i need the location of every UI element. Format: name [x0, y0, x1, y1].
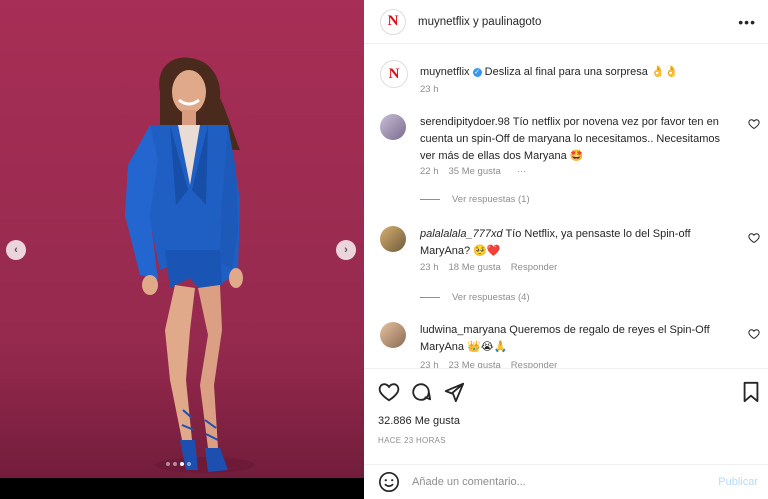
caption-text: muynetflix ✓ Desliza al final para una s… [420, 64, 738, 81]
emoji-icon[interactable] [378, 471, 400, 493]
comment-meta: 23 h 18 Me gusta Responder [420, 262, 557, 273]
comment-item: serendipitydoer.98 Tío netflix por noven… [380, 114, 760, 224]
share-icon[interactable] [443, 381, 465, 403]
carousel-dot [187, 462, 191, 466]
avatar[interactable] [380, 322, 406, 348]
comment-composer: Publicar [364, 464, 768, 499]
avatar[interactable] [380, 226, 406, 252]
comment-likes[interactable]: 35 Me gusta [449, 166, 501, 177]
caption: N muynetflix ✓ Desliza al final para una… [380, 60, 760, 100]
comment-more-icon[interactable]: ··· [517, 166, 527, 177]
comment-likes[interactable]: 23 Me gusta [449, 360, 501, 368]
verified-icon: ✓ [472, 68, 482, 77]
post-authors[interactable]: muynetflix y paulinagoto [418, 16, 541, 28]
avatar[interactable]: N [380, 8, 406, 35]
view-replies-label[interactable]: Ver respuestas (1) [452, 194, 530, 205]
heart-icon[interactable] [748, 328, 760, 340]
likes-count[interactable]: 32.886 Me gusta [378, 415, 460, 427]
comment-text: palalalala_777xd Tío Netflix, ya pensast… [420, 226, 738, 260]
post-side-panel: N muynetflix y paulinagoto ••• N muynetf… [364, 0, 768, 499]
comment-time: 23 h [420, 360, 439, 368]
comment-text: serendipitydoer.98 Tío netflix por noven… [420, 114, 738, 165]
comment-meta: 22 h 35 Me gusta ··· [420, 166, 526, 177]
comment-input[interactable] [412, 476, 702, 488]
chevron-right-icon: › [344, 244, 348, 256]
comment-item: ludwina_maryana Queremos de regalo de re… [380, 322, 760, 368]
post-image[interactable]: ‹ › [0, 0, 364, 478]
comment-time: 22 h [420, 166, 439, 177]
comment-icon[interactable] [410, 381, 432, 403]
comment-item: palalalala_777xd Tío Netflix, ya pensast… [380, 226, 760, 286]
comment-likes[interactable]: 18 Me gusta [449, 262, 501, 273]
comment-username[interactable]: serendipitydoer.98 [420, 116, 510, 128]
reply-button[interactable]: Responder [511, 360, 557, 368]
caption-body: Desliza al final para una sorpresa 👌👌 [484, 66, 679, 78]
caption-meta: 23 h [420, 84, 439, 95]
netflix-logo-icon: N [387, 13, 399, 29]
more-icon[interactable]: ••• [738, 14, 756, 30]
avatar[interactable]: N [380, 60, 408, 88]
caption-time: 23 h [420, 84, 439, 95]
bookmark-icon[interactable] [740, 381, 762, 403]
replies-divider [420, 199, 440, 200]
view-replies[interactable]: Ver respuestas (1) [420, 194, 530, 205]
comment-meta: 23 h 23 Me gusta Responder [420, 360, 557, 368]
carousel-next-button[interactable]: › [336, 240, 356, 260]
comment-text: ludwina_maryana Queremos de regalo de re… [420, 322, 738, 356]
heart-icon[interactable] [378, 381, 400, 403]
comment-username[interactable]: palalalala_777xd [420, 228, 503, 240]
comment-username[interactable]: muynetflix [420, 66, 470, 78]
reply-button[interactable]: Responder [511, 262, 557, 273]
post-header: N muynetflix y paulinagoto ••• [364, 0, 768, 44]
comment-username[interactable]: ludwina_maryana [420, 324, 506, 336]
avatar[interactable] [380, 114, 406, 140]
view-replies-label[interactable]: Ver respuestas (4) [452, 292, 530, 303]
comments-list[interactable]: N muynetflix ✓ Desliza al final para una… [364, 46, 768, 368]
post-timestamp: HACE 23 HORAS [378, 436, 446, 445]
carousel-prev-button[interactable]: ‹ [6, 240, 26, 260]
carousel-dot [166, 462, 170, 466]
carousel-dot-active [180, 462, 184, 466]
comment-time: 23 h [420, 262, 439, 273]
post-actions: 32.886 Me gusta HACE 23 HORAS [364, 368, 768, 464]
replies-divider [420, 297, 440, 298]
photo-illustration [0, 0, 364, 478]
publish-button[interactable]: Publicar [718, 476, 758, 488]
netflix-logo-icon: N [388, 65, 400, 82]
chevron-left-icon: ‹ [14, 244, 18, 256]
view-replies[interactable]: Ver respuestas (4) [420, 292, 530, 303]
carousel-indicator [166, 462, 191, 466]
post-viewer: ‹ › N muynetflix y paulinagoto ••• N muy… [0, 0, 768, 499]
heart-icon[interactable] [748, 232, 760, 244]
carousel-dot [173, 462, 177, 466]
heart-icon[interactable] [748, 118, 760, 130]
